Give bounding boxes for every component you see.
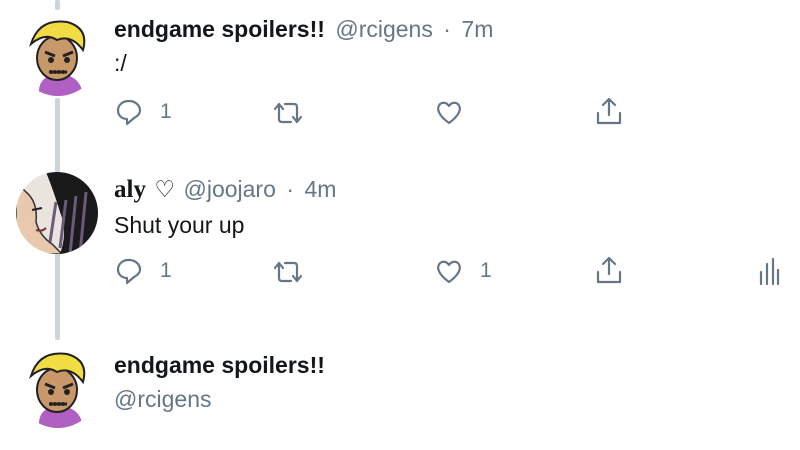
reply-icon [114, 256, 144, 286]
avatar-cartoon-image [17, 346, 99, 428]
user-handle[interactable]: @joojaro [183, 176, 275, 202]
avatar-cartoon-image [17, 14, 99, 96]
thread-line-top [55, 0, 60, 10]
like-count: 1 [480, 259, 492, 282]
like-button[interactable]: 1 [434, 256, 492, 286]
share-button[interactable] [594, 95, 624, 127]
tweet-actions: 1 [114, 95, 794, 131]
tweet-text: Shut your up [114, 212, 245, 238]
analytics-button[interactable] [758, 256, 780, 286]
tweet-text: :/ [114, 50, 127, 76]
reply-count: 1 [160, 259, 172, 282]
avatar[interactable] [17, 346, 99, 428]
timestamp[interactable]: 7m [461, 16, 493, 42]
tweet-actions: 1 1 [114, 254, 794, 290]
display-name[interactable]: endgame spoilers!! [114, 352, 325, 378]
reply-icon [114, 97, 144, 127]
avatar-comic-image [16, 172, 98, 254]
retweet-button[interactable] [271, 99, 321, 127]
share-icon [594, 254, 624, 286]
avatar[interactable] [16, 172, 98, 254]
avatar[interactable] [17, 14, 99, 96]
reply-button[interactable]: 1 [114, 256, 172, 286]
user-handle[interactable]: @rcigens [335, 16, 433, 42]
display-name[interactable]: aly [114, 176, 146, 203]
share-button[interactable] [594, 254, 624, 286]
timestamp[interactable]: 4m [304, 176, 336, 202]
heart-icon [434, 97, 464, 127]
reply-button[interactable]: 1 [114, 97, 172, 127]
retweet-icon [271, 99, 305, 127]
like-button[interactable] [434, 97, 480, 127]
separator-dot: · [286, 176, 295, 202]
share-icon [594, 95, 624, 127]
retweet-icon [271, 258, 305, 286]
display-name[interactable]: endgame spoilers!! [114, 16, 325, 42]
analytics-icon [758, 256, 780, 286]
user-handle[interactable]: @rcigens [114, 386, 212, 412]
separator-dot: · [443, 16, 451, 42]
name-heart-emoji: ♡ [154, 176, 176, 202]
heart-icon [434, 256, 464, 286]
retweet-button[interactable] [271, 258, 321, 286]
reply-count: 1 [160, 100, 172, 123]
